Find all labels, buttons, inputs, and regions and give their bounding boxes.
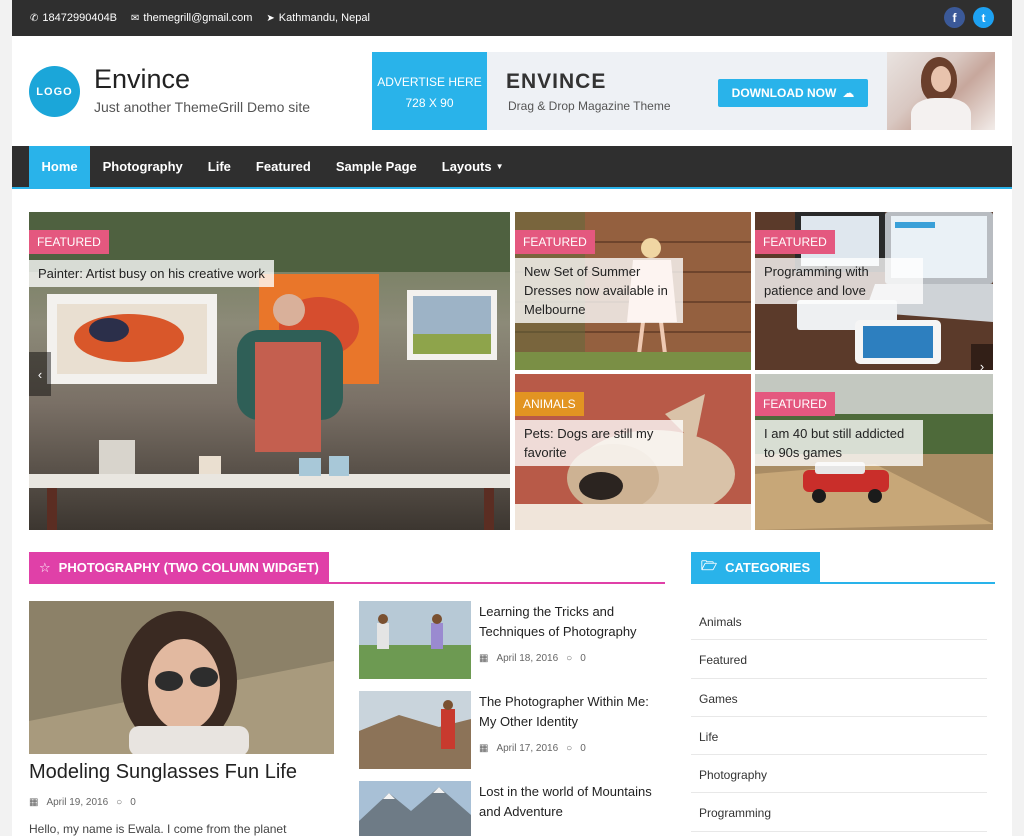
photographers-illustration	[359, 601, 471, 679]
post-meta: ▦ April 18, 2016 ○ 0	[479, 653, 586, 664]
widget-title-text: CATEGORIES	[725, 560, 811, 575]
featured-tile-summer-dresses[interactable]: FEATURED New Set of Summer Dresses now a…	[515, 212, 751, 370]
featured-post-title[interactable]: Modeling Sunglasses Fun Life	[29, 761, 297, 784]
star-icon: ☆	[39, 559, 51, 575]
calendar-icon: ▦	[29, 797, 39, 808]
phone-info: ✆ 18472990404B	[30, 12, 117, 24]
email-info[interactable]: ✉ themegrill@gmail.com	[131, 12, 252, 24]
nav-item-sample-page[interactable]: Sample Page	[323, 146, 429, 187]
widget-title-text: PHOTOGRAPHY (TWO COLUMN WIDGET)	[58, 560, 319, 575]
category-link[interactable]: Programming	[691, 793, 987, 832]
category-link[interactable]: Games	[691, 679, 987, 717]
slide-title[interactable]: Painter: Artist busy on his creative wor…	[29, 260, 274, 287]
widget-title: ☆ PHOTOGRAPHY (TWO COLUMN WIDGET)	[29, 552, 329, 583]
post-title[interactable]: The Photographer Within Me: My Other Ide…	[479, 692, 669, 732]
email-text[interactable]: themegrill@gmail.com	[143, 12, 252, 24]
ad-photo-face	[931, 66, 951, 92]
calendar-icon: ▦	[479, 653, 489, 664]
envelope-icon: ✉	[131, 12, 140, 24]
category-link[interactable]: Animals	[691, 602, 987, 641]
hiker-photographer-illustration	[359, 691, 471, 769]
comment-icon: ○	[566, 653, 573, 664]
phone-icon: ✆	[30, 12, 39, 24]
site-logo[interactable]: LOGO	[29, 66, 80, 117]
calendar-icon: ▦	[479, 743, 489, 754]
categories-widget-header: 🗁 CATEGORIES	[691, 552, 995, 584]
chevron-left-icon[interactable]: ‹	[29, 352, 51, 396]
download-now-button[interactable]: DOWNLOAD NOW ☁	[718, 79, 868, 107]
download-label: DOWNLOAD NOW	[731, 86, 837, 100]
post-date[interactable]: April 19, 2016	[46, 797, 108, 808]
featured-post-image[interactable]	[29, 601, 334, 754]
ad-banner[interactable]: ADVERTISE HERE 728 X 90 ENVINCE Drag & D…	[372, 52, 995, 130]
comment-icon: ○	[566, 743, 573, 754]
nav-item-layouts[interactable]: Layouts ▼	[429, 146, 516, 187]
category-tag[interactable]: ANIMALS	[515, 392, 584, 416]
advertise-box: ADVERTISE HERE 728 X 90	[372, 52, 487, 130]
tile-title[interactable]: New Set of Summer Dresses now available …	[515, 258, 683, 323]
site-title[interactable]: Envince	[94, 64, 190, 95]
nav-layouts-label: Layouts	[441, 159, 492, 174]
ad-brand: ENVINCE	[506, 70, 607, 93]
category-link[interactable]: Featured	[691, 640, 987, 679]
post-title[interactable]: Lost in the world of Mountains and Adven…	[479, 782, 669, 822]
post-date[interactable]: April 17, 2016	[496, 743, 558, 754]
folder-open-icon: 🗁	[701, 557, 718, 573]
nav-item-home[interactable]: Home	[29, 146, 91, 187]
site-tagline: Just another ThemeGrill Demo site	[94, 99, 311, 115]
category-link[interactable]: Life	[691, 717, 987, 756]
location-arrow-icon: ➤	[266, 12, 275, 24]
ad-photo	[887, 52, 995, 130]
contact-info: ✆ 18472990404B ✉ themegrill@gmail.com ➤ Kat…	[30, 12, 370, 24]
widget-title: 🗁 CATEGORIES	[691, 552, 821, 583]
nav-item-life[interactable]: Life	[195, 146, 243, 187]
location-info: ➤ Kathmandu, Nepal	[266, 12, 370, 24]
comment-count[interactable]: 0	[580, 743, 586, 754]
post-meta: ▦ April 17, 2016 ○ 0	[479, 743, 586, 754]
featured-tile-90s-games[interactable]: FEATURED I am 40 but still addicted to 9…	[755, 374, 993, 530]
cloud-download-icon: ☁	[842, 86, 855, 100]
advertise-label: ADVERTISE HERE	[377, 75, 482, 89]
mountains-illustration	[359, 781, 471, 836]
advertise-size: 728 X 90	[405, 96, 454, 110]
featured-post-meta: ▦ April 19, 2016 ○ 0	[29, 797, 136, 808]
comment-count[interactable]: 0	[580, 653, 586, 664]
category-tag[interactable]: FEATURED	[29, 230, 109, 254]
photography-widget-header: ☆ PHOTOGRAPHY (TWO COLUMN WIDGET)	[29, 552, 665, 584]
post-thumbnail[interactable]	[359, 691, 471, 769]
caret-down-icon: ▼	[495, 162, 504, 171]
comment-count[interactable]: 0	[130, 797, 136, 808]
chevron-right-icon[interactable]: ›	[971, 344, 993, 370]
main-navigation: Home Photography Life Featured Sample Pa…	[12, 146, 1012, 189]
phone-text: 18472990404B	[42, 12, 118, 24]
post-thumbnail[interactable]	[359, 781, 471, 836]
post-date[interactable]: April 18, 2016	[496, 653, 558, 664]
category-link[interactable]: Photography	[691, 755, 987, 794]
post-thumbnail[interactable]	[359, 601, 471, 679]
social-links: f t	[944, 7, 994, 28]
comment-icon: ○	[116, 797, 123, 808]
twitter-icon[interactable]: t	[973, 7, 994, 28]
location-text: Kathmandu, Nepal	[278, 12, 370, 24]
featured-slide-main[interactable]: FEATURED Painter: Artist busy on his cre…	[29, 212, 510, 530]
ad-photo-body	[911, 98, 971, 130]
nav-item-featured[interactable]: Featured	[243, 146, 323, 187]
category-tag[interactable]: FEATURED	[515, 230, 595, 254]
page-container: LOGO Envince Just another ThemeGrill Dem…	[12, 36, 1012, 836]
tile-title[interactable]: Pets: Dogs are still my favorite	[515, 420, 683, 466]
categories-list: Animals Featured Games Life Photography …	[691, 602, 987, 832]
category-tag[interactable]: FEATURED	[755, 392, 835, 416]
facebook-icon[interactable]: f	[944, 7, 965, 28]
sunglasses-illustration	[29, 601, 334, 754]
featured-tile-pets[interactable]: ANIMALS Pets: Dogs are still my favorite	[515, 374, 751, 530]
nav-item-photography[interactable]: Photography	[90, 146, 195, 187]
featured-tile-programming[interactable]: FEATURED Programming with patience and l…	[755, 212, 993, 370]
tile-title[interactable]: I am 40 but still addicted to 90s games	[755, 420, 923, 466]
category-tag[interactable]: FEATURED	[755, 230, 835, 254]
featured-post-excerpt: Hello, my name is Ewala. I come from the…	[29, 822, 287, 836]
post-title[interactable]: Learning the Tricks and Techniques of Ph…	[479, 602, 669, 642]
top-bar: ✆ 18472990404B ✉ themegrill@gmail.com ➤ Kat…	[12, 0, 1012, 36]
tile-title[interactable]: Programming with patience and love	[755, 258, 923, 304]
ad-subtitle: Drag & Drop Magazine Theme	[508, 99, 671, 113]
